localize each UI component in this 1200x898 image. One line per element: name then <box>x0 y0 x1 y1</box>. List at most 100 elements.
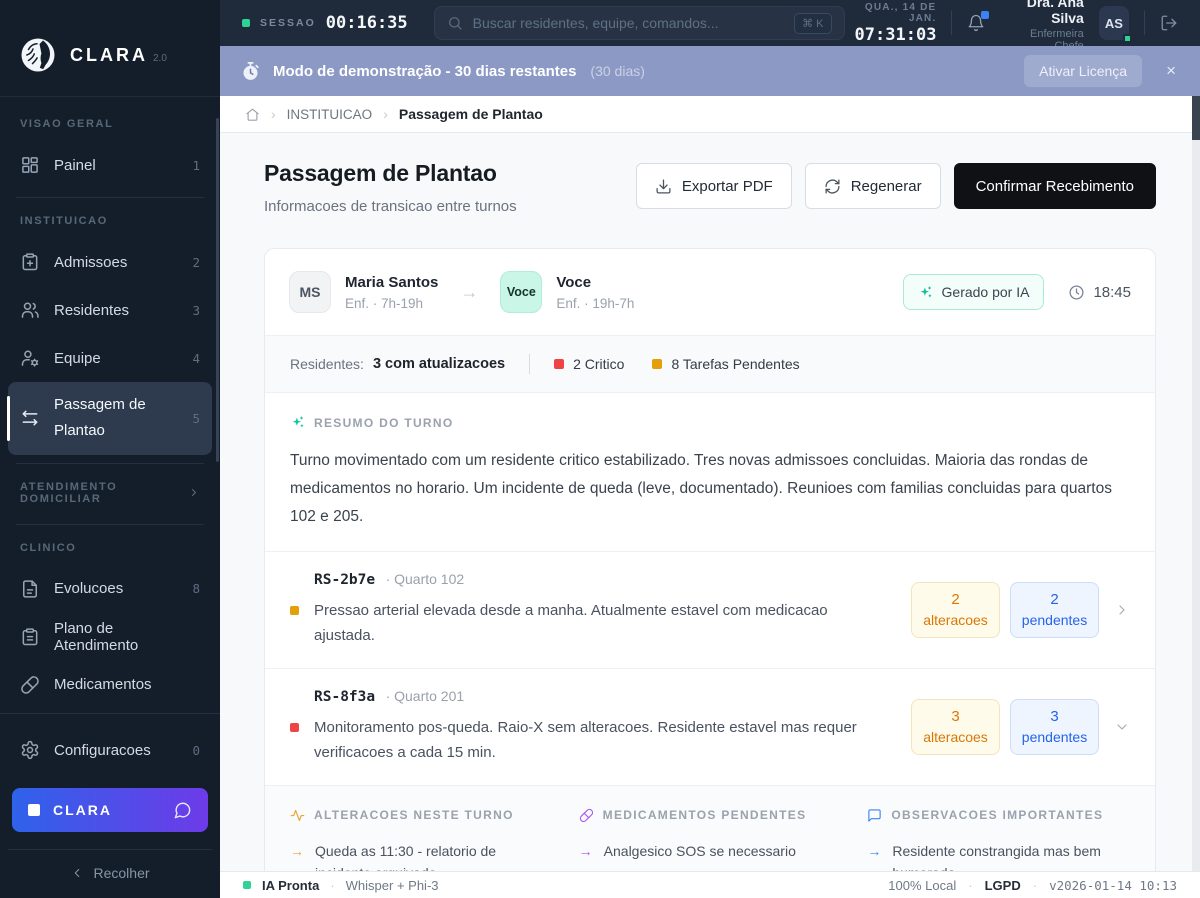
clipboard-plus-icon <box>22 253 38 271</box>
search-input[interactable] <box>472 15 785 31</box>
summary-text: Turno movimentado com um residente criti… <box>290 452 1112 525</box>
ai-model: Whisper + Phi-3 <box>345 877 439 893</box>
topbar: SESSAO 00:16:35 ⌘ K QUA., 14 DE JAN. 07:… <box>220 0 1200 52</box>
pending-tasks-count: 8 Tarefas Pendentes <box>652 356 800 372</box>
sidebar-item-badge: 3 <box>192 302 200 318</box>
message-square-icon <box>868 808 882 822</box>
sidebar-item-admissoes[interactable]: Admissoes 2 <box>8 238 212 286</box>
gear-icon <box>21 740 39 760</box>
transfer-arrows-icon <box>22 410 38 426</box>
sidebar: CLARA 2.0 VISAO GERAL Painel 1 INSTITUICA… <box>0 0 220 898</box>
app-window: CLARA 2.0 VISAO GERAL Painel 1 INSTITUICA… <box>0 0 1200 898</box>
shift-details-footer: ALTERACOES NESTE TURNO → Queda as 11:30 … <box>265 784 1155 871</box>
collapse-sidebar-button[interactable]: Recolher <box>8 849 212 896</box>
generated-time: 18:45 <box>1068 284 1131 301</box>
confirm-receipt-button[interactable]: Confirmar Recebimento <box>953 163 1156 209</box>
column-heading: ALTERACOES NESTE TURNO <box>314 808 514 823</box>
global-search[interactable]: ⌘ K <box>433 6 845 40</box>
sidebar-item-configuracoes[interactable]: Configuracoes 0 <box>8 726 212 774</box>
changes-counter: 2 alteracoes <box>911 581 1000 638</box>
notifications-button[interactable] <box>967 11 990 32</box>
breadcrumb-separator: › <box>383 106 388 122</box>
logout-button[interactable] <box>1160 14 1178 32</box>
sidebar-item-label: Plano de Atendimento <box>54 619 139 654</box>
close-banner-icon[interactable]: × <box>1162 61 1180 81</box>
sidebar-item-residentes[interactable]: Residentes 3 <box>8 286 212 334</box>
resident-row[interactable]: RS-8f3a · Quarto 201 Monitoramento pos-q… <box>265 667 1155 785</box>
main-scrollbar[interactable] <box>1192 96 1200 871</box>
resident-row[interactable]: RS-2b7e · Quarto 102 Pressao arterial el… <box>265 550 1155 668</box>
activate-license-button[interactable]: Ativar Licença <box>1024 55 1143 87</box>
sidebar-item-label: Medicamentos <box>54 676 152 693</box>
statusbar: IA Pronta · Whisper + Phi-3 100% Local ·… <box>220 871 1200 898</box>
user-gear-icon <box>21 350 39 367</box>
nav-group-atendimento[interactable]: ATENDIMENTO DOMICILIAR <box>8 472 212 516</box>
regenerate-button[interactable]: Regenerar <box>804 163 941 209</box>
brand-version: 2.0 <box>153 52 167 64</box>
main-scrollbar-thumb[interactable] <box>1192 96 1200 140</box>
user-name: Dra. Ana Silva <box>1026 0 1084 26</box>
sidebar-item-plano-de-atendimento[interactable]: Plano de Atendimento <box>8 613 212 661</box>
sidebar-nav: VISAO GERAL Painel 1 INSTITUICAO Admisso… <box>0 97 220 713</box>
page-title: Passagem de Plantao <box>264 160 497 186</box>
nav-divider <box>16 197 204 198</box>
sidebar-item-badge: 1 <box>192 157 200 173</box>
search-icon <box>448 17 462 30</box>
breadcrumb-section[interactable]: INSTITUICAO <box>287 107 373 122</box>
search-shortcut-kbd: ⌘ K <box>794 12 832 34</box>
ai-status-block: IA Pronta · Whisper + Phi-3 <box>243 878 439 893</box>
nav-group-title: INSTITUICAO <box>20 215 108 227</box>
nav-group-title: CLINICO <box>20 541 77 554</box>
user-menu[interactable]: Dra. Ana Silva Enfermeira Chefe <box>1000 0 1084 52</box>
topbar-clock: 07:31:03 <box>854 24 937 45</box>
export-pdf-button[interactable]: Exportar PDF <box>635 163 792 209</box>
clock-icon <box>1069 284 1084 300</box>
statusbar-separator: · <box>968 877 973 893</box>
residents-updates: 3 com atualizacoes <box>372 356 506 372</box>
clara-assistant-button[interactable]: CLARA <box>12 788 208 832</box>
sidebar-item-medicamentos[interactable]: Medicamentos <box>8 661 212 709</box>
session-status-icon <box>242 19 250 27</box>
severity-marker-icon <box>290 722 299 732</box>
pending-counter: 3 pendentes <box>1010 698 1099 755</box>
medications-column: MEDICAMENTOS PENDENTES → Analgesico SOS … <box>579 808 842 871</box>
resident-room: · Quarto 102 <box>385 570 465 587</box>
statusbar-separator: · <box>1032 877 1038 893</box>
clipboard-list-icon <box>22 627 38 645</box>
avatar[interactable]: AS <box>1098 6 1133 43</box>
resident-note: Monitoramento pos-queda. Raio-X sem alte… <box>314 718 857 762</box>
banner-days-note: (30 dias) <box>590 63 645 79</box>
column-heading: OBSERVACOES IMPORTANTES <box>891 808 1104 823</box>
local-processing-label: 100% Local <box>888 877 957 893</box>
online-status-dot <box>1123 34 1133 43</box>
sidebar-item-label: Passagem de Plantao <box>54 396 146 440</box>
column-item: → Queda as 11:30 - relatorio de incident… <box>290 840 553 871</box>
shift-summary-section: RESUMO DO TURNO Turno movimentado com um… <box>265 392 1155 551</box>
topbar-date: QUA., 14 DE JAN. <box>864 1 937 24</box>
ai-generated-badge: Gerado por IA <box>902 274 1045 310</box>
sidebar-item-equipe[interactable]: Equipe 4 <box>8 334 212 382</box>
sidebar-item-passagem-de-plantao[interactable]: Passagem de Plantao 5 <box>7 382 212 455</box>
sidebar-item-evolucoes[interactable]: Evolucoes 8 <box>8 565 212 613</box>
summary-heading: RESUMO DO TURNO <box>290 415 1130 430</box>
chevron-right-icon <box>192 489 196 496</box>
home-icon[interactable] <box>245 107 260 122</box>
sidebar-item-badge: 2 <box>192 254 200 270</box>
residents-label: Residentes: <box>290 356 364 372</box>
sparkles-icon <box>292 416 304 428</box>
export-pdf-label: Exportar PDF <box>681 177 773 195</box>
critical-square-icon <box>554 359 565 369</box>
sidebar-item-label: Equipe <box>54 349 101 367</box>
severity-marker-icon <box>290 605 299 615</box>
from-shift: Enf. · 7h-19h <box>345 295 424 311</box>
sidebar-item-label: Painel <box>54 156 96 174</box>
sidebar-item-painel[interactable]: Painel 1 <box>8 141 212 189</box>
sidebar-item-badge: 4 <box>192 350 200 366</box>
handoff-arrow-icon: → <box>460 281 479 302</box>
refresh-icon <box>825 178 840 194</box>
session-label: SESSAO <box>260 17 316 29</box>
sidebar-scrollbar[interactable] <box>216 118 219 462</box>
arrow-right-icon: → <box>290 842 304 859</box>
breadcrumb: › INSTITUICAO › Passagem de Plantao <box>220 96 1200 133</box>
ai-status: IA Pronta <box>262 877 320 893</box>
